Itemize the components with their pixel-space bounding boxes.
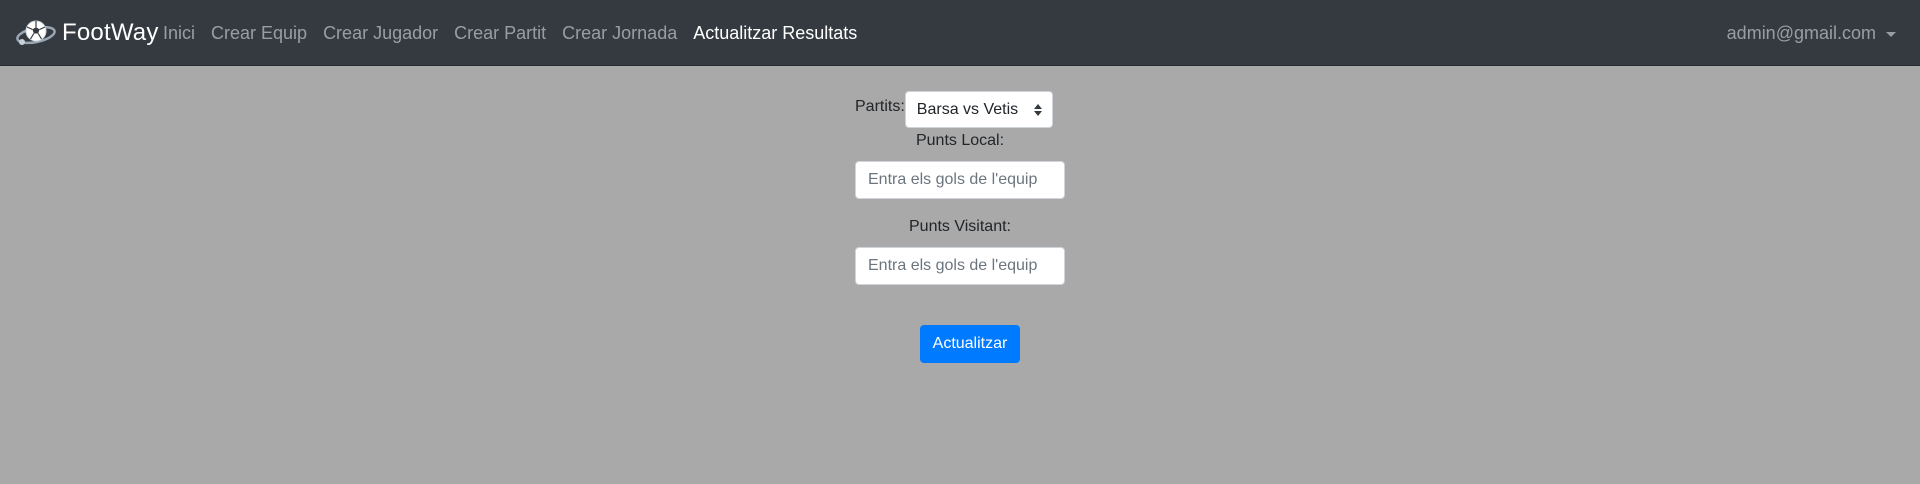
punts-local-label: Punts Local: [915,132,1005,149]
football-logo-icon [16,20,56,45]
select-arrows-icon [1033,104,1042,116]
partits-row: Partits: Barsa vs Vetis [855,91,1053,128]
caret-down-icon [1886,31,1896,37]
punts-local-input[interactable] [855,161,1065,199]
punts-visitant-input[interactable] [855,247,1065,285]
actualitzar-button[interactable]: Actualitzar [920,325,1020,363]
partits-selected-value: Barsa vs Vetis [916,101,1019,118]
navbar: FootWay Inici Crear Equip Crear Jugador … [0,0,1920,66]
nav-link-crear-jornada[interactable]: Crear Jornada [562,23,677,44]
user-dropdown[interactable]: admin@gmail.com [1727,0,1896,66]
nav-link-crear-jugador[interactable]: Crear Jugador [323,23,438,44]
nav-links: Inici Crear Equip Crear Jugador Crear Pa… [163,0,873,66]
nav-link-crear-equip[interactable]: Crear Equip [211,23,307,44]
user-email: admin@gmail.com [1726,22,1876,43]
brand-link[interactable]: FootWay [14,14,159,52]
nav-link-crear-partit[interactable]: Crear Partit [454,23,546,44]
nav-link-inici[interactable]: Inici [163,23,195,44]
partits-select[interactable]: Barsa vs Vetis [904,91,1053,128]
nav-link-actualitzar-resultats[interactable]: Actualitzar Resultats [693,23,857,44]
brand-name: FootWay [62,19,159,46]
partits-label: Partits: [855,98,905,115]
punts-visitant-label: Punts Visitant: [909,218,1011,235]
update-results-form: Partits: Barsa vs Vetis Punts Local: Pun… [0,66,1920,484]
